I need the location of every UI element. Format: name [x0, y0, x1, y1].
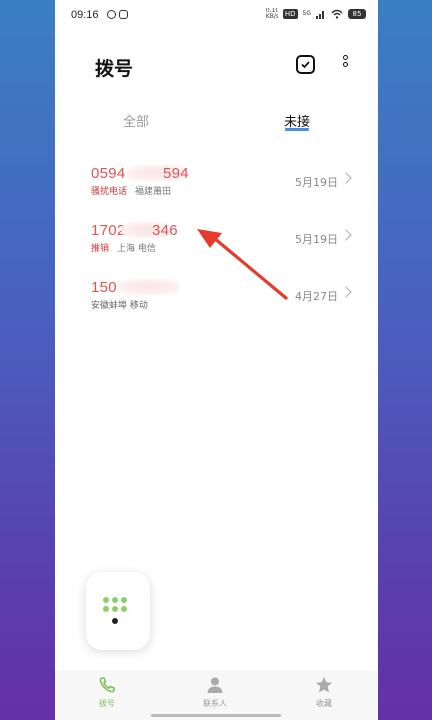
chevron-right-icon[interactable] [340, 172, 352, 184]
call-location: 安徽蚌埠 移动 [91, 301, 148, 311]
signal-icon [316, 11, 324, 19]
more-options-button[interactable] [341, 54, 349, 76]
contact-icon [207, 677, 223, 693]
call-row[interactable]: 0594 594 骚扰电话 福建莆田 5月19日 [55, 160, 378, 217]
more-dot-icon [342, 62, 348, 67]
wifi-icon [331, 9, 343, 19]
battery-icon: 85 [348, 9, 366, 19]
call-tag: 推销 [91, 244, 110, 254]
status-time: 09:16 [71, 9, 99, 21]
message-icon [119, 10, 128, 19]
header: 拨号 [55, 48, 378, 84]
call-row[interactable]: 150 安徽蚌埠 移动 4月27日 [55, 274, 378, 331]
call-row[interactable]: 1702 346 推销 上海 电信 5月19日 [55, 217, 378, 274]
check-icon [301, 61, 310, 69]
nav-contacts[interactable]: 联系人 [185, 676, 245, 709]
call-number-end: 346 [152, 222, 178, 239]
call-number-end: 594 [163, 165, 189, 182]
nav-contacts-label: 联系人 [203, 699, 227, 708]
chevron-right-icon[interactable] [340, 229, 352, 241]
dialpad-button[interactable] [86, 572, 150, 650]
page-title: 拨号 [95, 58, 134, 80]
signal-5g: 5G [302, 10, 311, 17]
hd-badge: HD [282, 9, 298, 19]
status-indicators: 0.10 KB/s HD 5G 85 [266, 8, 366, 20]
phone-screen: 09:16 0.10 KB/s HD 5G 85 拨号 全部 未接 0594 5… [55, 0, 378, 720]
call-date: 4月27日 [295, 290, 338, 303]
star-icon [316, 677, 332, 693]
edit-button[interactable] [296, 55, 315, 74]
nav-favorites[interactable]: 收藏 [294, 676, 354, 709]
bottom-nav: 拨号 联系人 收藏 [55, 670, 378, 720]
call-location: 福建莆田 [135, 187, 172, 197]
nav-dial-label: 拨号 [99, 699, 115, 708]
nav-dial[interactable]: 拨号 [77, 676, 137, 709]
tab-all[interactable]: 全部 [123, 111, 149, 130]
home-indicator[interactable] [151, 714, 281, 717]
number-redaction [118, 279, 180, 295]
tab-active-indicator [285, 128, 309, 131]
call-date: 5月19日 [295, 233, 338, 246]
net-speed: 0.10 KB/s [265, 8, 278, 20]
more-dot-icon [342, 55, 348, 60]
nav-favorites-label: 收藏 [316, 699, 332, 708]
call-list: 0594 594 骚扰电话 福建莆田 5月19日 1702 346 推销 上海 … [55, 160, 378, 331]
call-tag: 骚扰电话 [91, 187, 128, 197]
call-number-start: 0594 [91, 165, 126, 182]
call-number-start: 150 [91, 279, 117, 296]
call-date: 5月19日 [295, 176, 338, 189]
tab-bar: 全部 未接 [55, 108, 378, 138]
call-location: 上海 电信 [117, 244, 156, 254]
chevron-right-icon[interactable] [340, 286, 352, 298]
status-bar: 09:16 0.10 KB/s HD 5G 85 [55, 0, 378, 28]
notification-icon [107, 10, 116, 19]
phone-icon [99, 677, 115, 693]
